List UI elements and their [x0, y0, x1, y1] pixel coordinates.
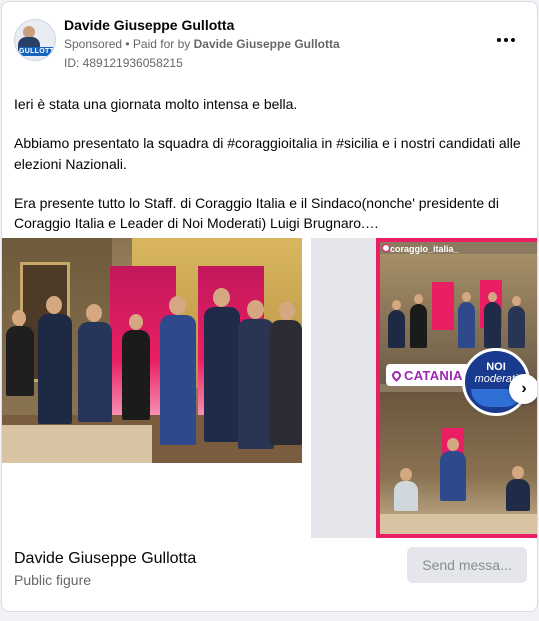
chevron-right-icon: ›	[521, 380, 527, 397]
more-horizontal-icon	[497, 38, 501, 42]
story-table	[380, 514, 537, 534]
avatar-badge: GULLOTTA	[19, 47, 56, 56]
carousel-next-button[interactable]: ›	[509, 374, 537, 404]
post-text: Ieri è stata una giornata molto intensa …	[14, 94, 529, 252]
more-dot	[511, 38, 515, 42]
post-paragraph-1: Ieri è stata una giornata molto intensa …	[14, 96, 298, 112]
send-message-button[interactable]: Send messa...	[407, 547, 527, 583]
footer-category: Public figure	[14, 572, 92, 588]
carousel-photo-group[interactable]	[2, 238, 302, 463]
more-dot	[504, 38, 508, 42]
location-label: CATANIA	[404, 367, 463, 383]
separator-dot: •	[122, 37, 133, 51]
location-sticker: CATANIA	[386, 364, 469, 386]
ad-card: GULLOTTA Davide Giuseppe Gullotta Sponso…	[1, 1, 538, 612]
footer-page-name[interactable]: Davide Giuseppe Gullotta	[14, 550, 196, 568]
story-avatar-icon	[382, 244, 390, 252]
story-handle: coraggio_italia_	[390, 244, 459, 254]
page-avatar[interactable]: GULLOTTA	[14, 19, 56, 61]
ad-id: ID: 489121936058215	[64, 56, 183, 70]
photo-table	[2, 425, 152, 463]
more-options-button[interactable]	[493, 30, 519, 50]
post-footer: Davide Giuseppe Gullotta Public figure S…	[2, 538, 537, 611]
paid-for-name: Davide Giuseppe Gullotta	[193, 37, 340, 51]
sponsored-label: Sponsored	[64, 37, 123, 51]
post-header: GULLOTTA Davide Giuseppe Gullotta Sponso…	[2, 2, 537, 78]
post-paragraph-2: Abbiamo presentato la squadra di #coragg…	[14, 135, 521, 172]
media-carousel[interactable]: coraggio_italia_ CATANIA NOI moderati ›	[2, 238, 537, 538]
logo-text-line1: NOI	[486, 361, 506, 373]
page-name-link[interactable]: Davide Giuseppe Gullotta	[64, 17, 234, 33]
carousel-photo-story[interactable]: coraggio_italia_ CATANIA NOI moderati ›	[311, 238, 537, 538]
sponsored-line: Sponsored • Paid for by Davide Giuseppe …	[64, 37, 340, 51]
location-pin-icon	[390, 368, 403, 382]
paid-for-prefix: Paid for by	[132, 37, 194, 51]
post-paragraph-3[interactable]: Era presente tutto lo Staff. di Coraggio…	[14, 193, 529, 234]
story-banner	[432, 282, 454, 330]
